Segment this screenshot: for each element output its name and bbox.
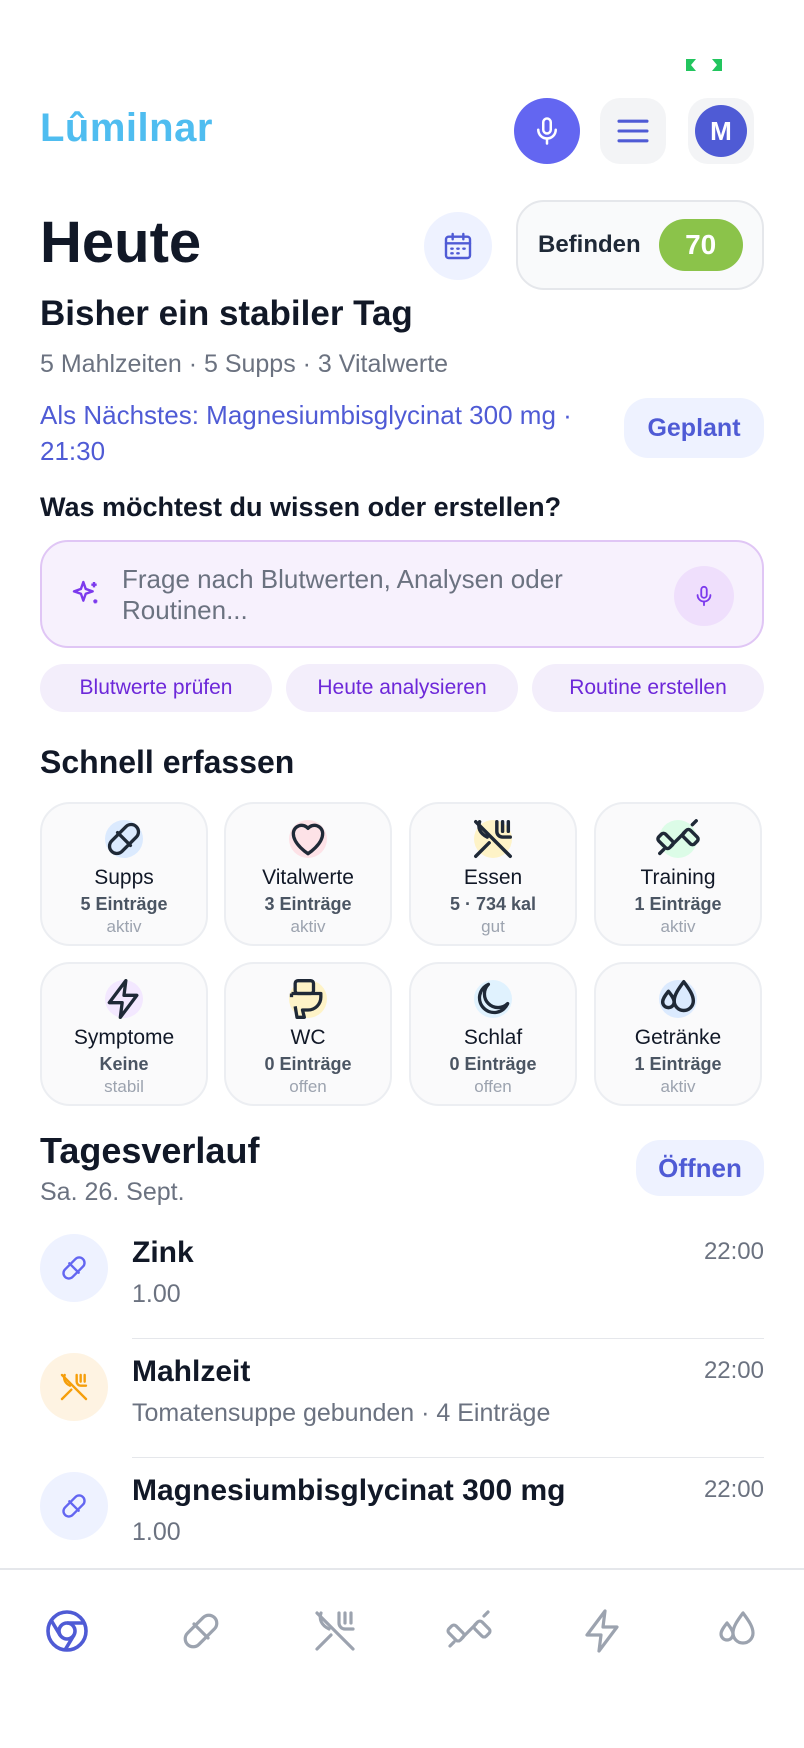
- bottom-nav: [0, 1568, 804, 1748]
- nav-training[interactable]: [434, 1596, 504, 1666]
- home-icon: [46, 1610, 88, 1652]
- tile-count: 5 Einträge: [80, 894, 168, 914]
- tile-count: 1 Einträge: [634, 894, 722, 914]
- timeline-open-button[interactable]: Öffnen: [636, 1140, 764, 1196]
- row-time: 22:00: [703, 1238, 764, 1265]
- tile-count: Keine: [99, 1054, 149, 1074]
- tile-title: Vitalwerte: [262, 866, 354, 889]
- row-subtitle: 1.00: [132, 1280, 181, 1308]
- profile-button[interactable]: M: [688, 98, 754, 164]
- tile-state: offen: [289, 1077, 327, 1096]
- timeline-row[interactable]: Zink 1.00 22:00: [0, 1220, 804, 1339]
- status-indicator-icon: [682, 56, 726, 74]
- tile-count: 5 · 734 kal: [449, 894, 537, 914]
- tile-state: offen: [474, 1077, 512, 1096]
- nav-home[interactable]: [32, 1596, 102, 1666]
- mood-card[interactable]: Befinden 70: [516, 200, 764, 290]
- pill-icon: [183, 1613, 219, 1649]
- tile-title: Training: [640, 866, 716, 889]
- dumbbell-icon: [446, 1610, 492, 1648]
- ask-input[interactable]: Frage nach Blutwerten, Analysen oder Rou…: [40, 540, 764, 648]
- menu-icon: [617, 119, 649, 143]
- tile-count: 0 Einträge: [449, 1054, 537, 1074]
- pill-icon: [40, 1234, 108, 1302]
- utensils-icon: [40, 1353, 108, 1421]
- ask-placeholder: Frage nach Blutwerten, Analysen oder Rou…: [122, 564, 563, 625]
- timeline-row[interactable]: Magnesiumbisglycinat 300 mg 1.00 22:00: [0, 1458, 804, 1577]
- tile-title: WC: [290, 1026, 326, 1049]
- tile-title: Essen: [463, 866, 523, 889]
- microphone-icon: [537, 117, 557, 145]
- voice-button[interactable]: [514, 98, 580, 164]
- tile-essen[interactable]: Essen 5 · 734 kal gut: [409, 802, 577, 946]
- ask-question: Was möchtest du wissen oder erstellen?: [40, 492, 562, 522]
- pill-icon: [107, 822, 141, 856]
- toilet-icon: [289, 979, 323, 1019]
- nav-drinks[interactable]: [702, 1596, 772, 1666]
- tile-count: 1 Einträge: [634, 1054, 722, 1074]
- day-headline: Bisher ein stabiler Tag: [40, 294, 413, 333]
- tile-count: 3 Einträge: [264, 894, 352, 914]
- menu-button[interactable]: [600, 98, 666, 164]
- tile-title: Getränke: [634, 1026, 722, 1049]
- utensils-icon: [474, 820, 512, 858]
- tile-vitalwerte[interactable]: Vitalwerte 3 Einträge aktiv: [224, 802, 392, 946]
- timeline-row[interactable]: Mahlzeit Tomatensuppe gebunden · 4 Eintr…: [0, 1339, 804, 1458]
- utensils-icon: [315, 1611, 355, 1651]
- calendar-button[interactable]: [424, 212, 492, 280]
- tile-title: Schlaf: [463, 1026, 523, 1049]
- moon-icon: [477, 982, 510, 1015]
- row-title: Magnesiumbisglycinat 300 mg: [132, 1474, 566, 1507]
- row-subtitle: 1.00: [132, 1518, 181, 1546]
- chip-analysieren[interactable]: Heute analysieren: [286, 664, 518, 712]
- page-title: Heute: [40, 210, 202, 275]
- tile-symptome[interactable]: Symptome Keine stabil: [40, 962, 208, 1106]
- tile-state: aktiv: [290, 917, 326, 936]
- droplets-icon: [660, 980, 696, 1013]
- row-subtitle: Tomatensuppe gebunden · 4 Einträge: [132, 1399, 551, 1427]
- heart-icon: [291, 823, 325, 856]
- calendar-icon: [444, 232, 472, 260]
- nav-supps[interactable]: [166, 1596, 236, 1666]
- chip-routine[interactable]: Routine erstellen: [532, 664, 764, 712]
- sparkle-icon: [70, 578, 102, 615]
- row-title: Mahlzeit: [132, 1355, 251, 1388]
- row-time: 22:00: [703, 1357, 764, 1384]
- mood-score-badge: 70: [658, 219, 743, 271]
- tile-state: aktiv: [660, 917, 696, 936]
- quick-title: Schnell erfassen: [40, 744, 295, 780]
- tile-state: gut: [481, 917, 505, 936]
- lightning-icon: [107, 979, 139, 1019]
- tile-training[interactable]: Training 1 Einträge aktiv: [594, 802, 762, 946]
- tile-title: Supps: [94, 866, 154, 889]
- day-summary: 5 Mahlzeiten · 5 Supps · 3 Vitalwerte: [40, 350, 449, 378]
- avatar: M: [695, 105, 747, 157]
- tile-getraenke[interactable]: Getränke 1 Einträge aktiv: [594, 962, 762, 1106]
- dumbbell-icon: [656, 819, 700, 856]
- pill-icon: [40, 1472, 108, 1540]
- droplets-icon: [719, 1611, 755, 1645]
- tile-wc[interactable]: WC 0 Einträge offen: [224, 962, 392, 1106]
- chip-blutwerte[interactable]: Blutwerte prüfen: [40, 664, 272, 712]
- tile-count: 0 Einträge: [264, 1054, 352, 1074]
- app-brand: Lûmilnar: [40, 106, 213, 150]
- tile-state: aktiv: [660, 1077, 696, 1096]
- tile-state: aktiv: [106, 917, 142, 936]
- microphone-icon: [696, 585, 712, 607]
- mood-label: Befinden: [538, 231, 641, 258]
- timeline-title: Tagesverlauf: [40, 1130, 260, 1171]
- ask-voice-button[interactable]: [674, 566, 734, 626]
- row-title: Zink: [132, 1236, 194, 1269]
- tile-state: stabil: [104, 1077, 144, 1096]
- planned-button[interactable]: Geplant: [624, 398, 764, 458]
- tile-supps[interactable]: Supps 5 Einträge aktiv: [40, 802, 208, 946]
- tile-schlaf[interactable]: Schlaf 0 Einträge offen: [409, 962, 577, 1106]
- next-item-link[interactable]: Als Nächstes: Magnesiumbisglycinat 300 m…: [40, 398, 580, 470]
- timeline-date: Sa. 26. Sept.: [40, 1178, 185, 1206]
- row-time: 22:00: [703, 1476, 764, 1503]
- tile-title: Symptome: [73, 1026, 175, 1049]
- nav-food[interactable]: [300, 1596, 370, 1666]
- nav-symptoms[interactable]: [568, 1596, 638, 1666]
- lightning-icon: [585, 1609, 619, 1653]
